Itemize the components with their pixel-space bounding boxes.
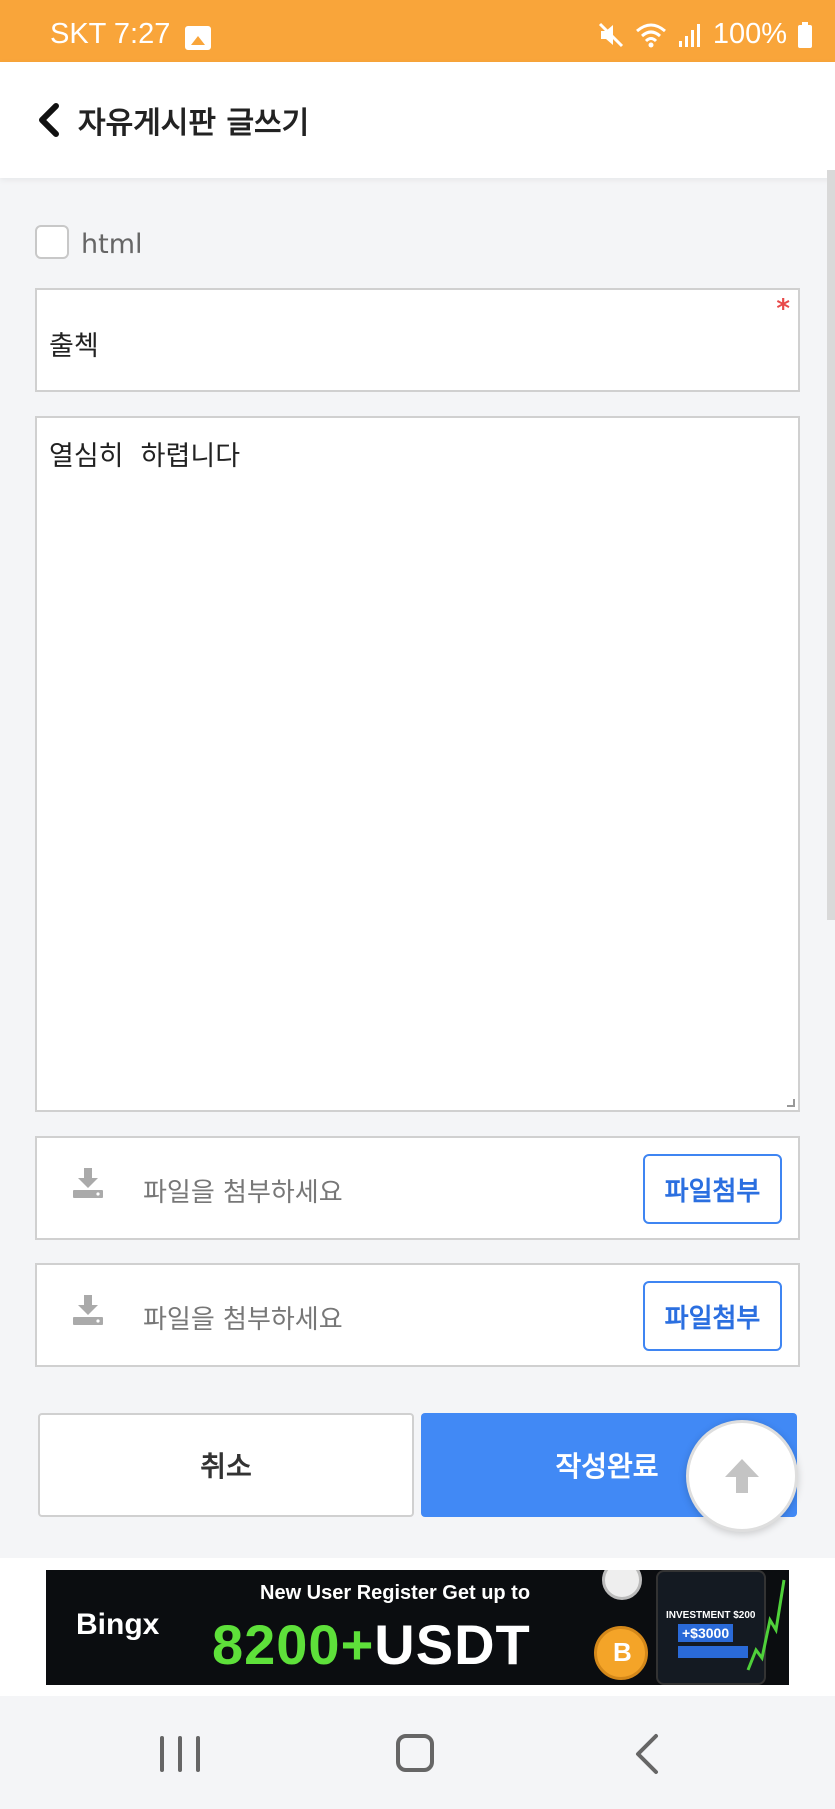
coin-icon (602, 1570, 642, 1600)
title-input-value: 출첵 (49, 331, 99, 362)
ad-promo: 8200+USDT (212, 1612, 531, 1677)
scroll-to-top-button[interactable] (686, 1420, 798, 1532)
file-attach-placeholder: 파일을 첨부하세요 (143, 1178, 343, 1208)
ad-promo-unit: USDT (374, 1613, 531, 1676)
mute-icon (598, 22, 623, 47)
ad-phone-line2: +$3000 (678, 1624, 734, 1642)
file-attach-row: 파일을 첨부하세요 파일첨부 (35, 1136, 800, 1240)
html-checkbox-label[interactable]: html (81, 229, 143, 260)
cancel-button[interactable]: 취소 (38, 1413, 414, 1517)
ad-banner[interactable]: Bingx New User Register Get up to 8200+U… (46, 1570, 789, 1685)
status-bar: SKT 7:27 100% (0, 0, 835, 62)
file-attach-placeholder: 파일을 첨부하세요 (143, 1305, 343, 1335)
page-header: 자유게시판 글쓰기 (0, 62, 835, 178)
bitcoin-icon (594, 1626, 648, 1680)
file-attach-button[interactable]: 파일첨부 (643, 1154, 782, 1224)
wifi-icon (635, 23, 666, 47)
arrow-up-icon (725, 1459, 759, 1493)
recent-apps-icon[interactable] (160, 1736, 200, 1772)
required-mark: * (776, 294, 790, 324)
title-input[interactable]: 출첵 * (35, 288, 800, 392)
back-icon[interactable] (632, 1732, 662, 1776)
chevron-left-icon[interactable] (34, 100, 64, 140)
home-icon[interactable] (396, 1734, 434, 1772)
ad-phone-button (678, 1646, 748, 1658)
resize-handle-icon[interactable] (787, 1099, 795, 1107)
battery-percent: 100% (712, 18, 787, 50)
content-textarea-value: 열심히 하렵니다 (49, 441, 241, 472)
ad-brand-logo: Bingx (76, 1608, 160, 1641)
gallery-icon (185, 26, 211, 50)
status-icons: 100% (597, 18, 813, 51)
download-icon (73, 1168, 103, 1198)
page-title: 자유게시판 글쓰기 (78, 106, 310, 141)
chart-spark-icon (746, 1579, 786, 1671)
battery-icon (798, 21, 812, 48)
download-icon (73, 1295, 103, 1325)
ad-phone-line1: INVESTMENT $200 (666, 1610, 756, 1621)
content-textarea[interactable]: 열심히 하렵니다 (35, 416, 800, 1112)
html-checkbox[interactable] (35, 225, 69, 259)
file-attach-row: 파일을 첨부하세요 파일첨부 (35, 1263, 800, 1367)
ad-promo-number: 8200+ (212, 1613, 375, 1676)
system-nav-bar (0, 1696, 835, 1809)
ad-tagline: New User Register Get up to (260, 1582, 531, 1604)
scrollbar[interactable] (827, 170, 835, 920)
carrier-time: SKT 7:27 (50, 18, 171, 50)
file-attach-button[interactable]: 파일첨부 (643, 1281, 782, 1351)
signal-icon (678, 23, 700, 47)
